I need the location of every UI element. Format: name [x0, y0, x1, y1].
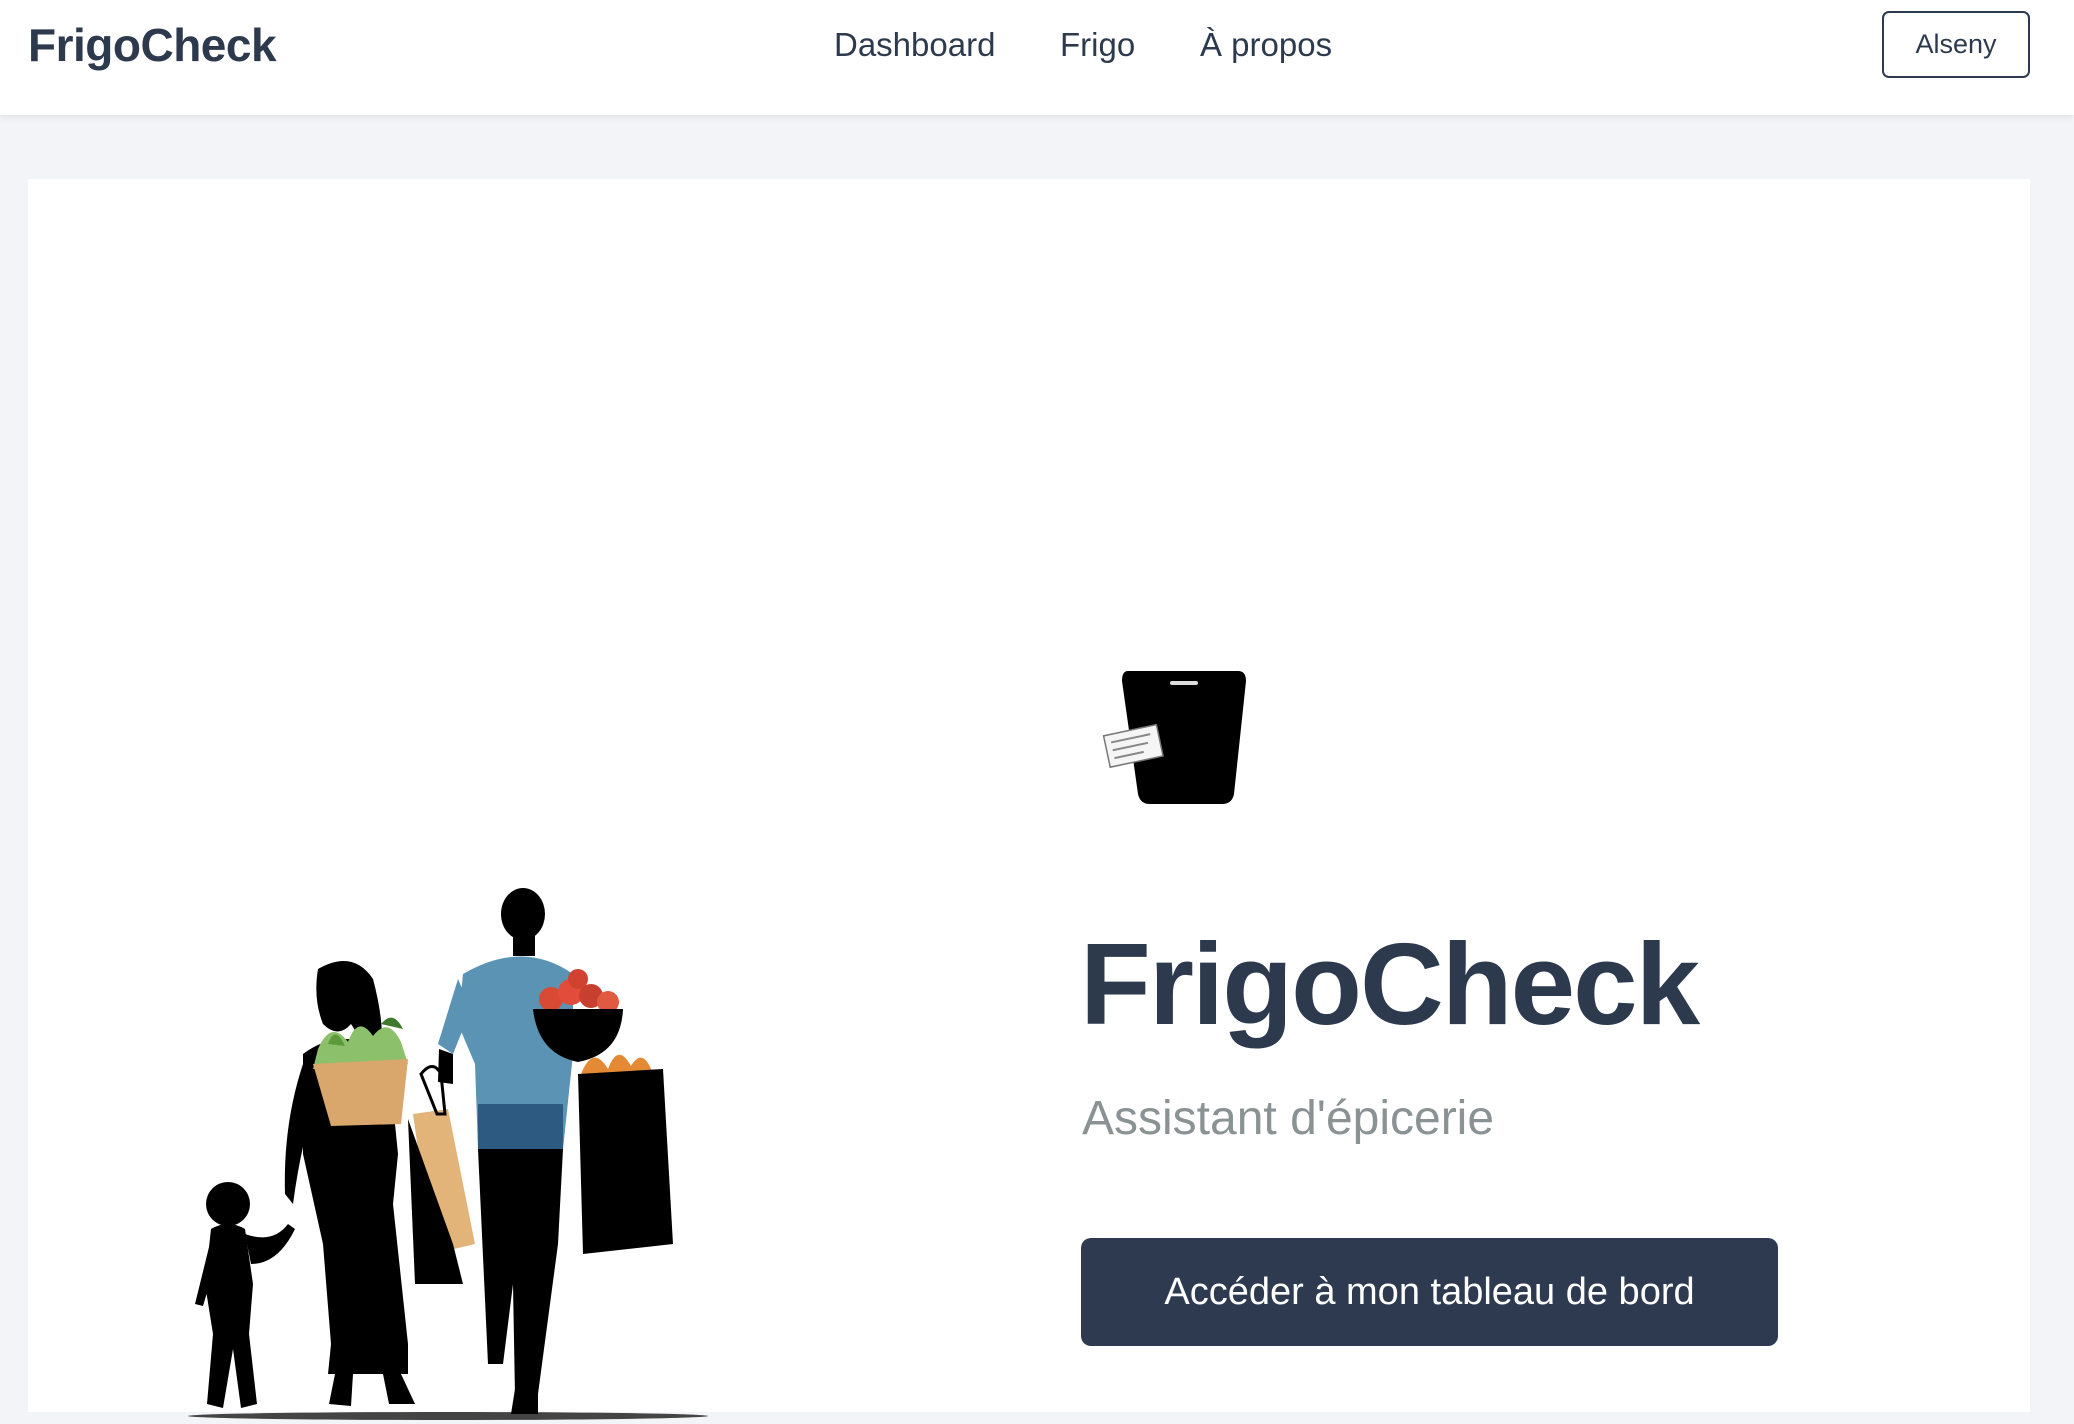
brand-logo[interactable]: FrigoCheck [28, 18, 277, 72]
nav-link-dashboard[interactable]: Dashboard [834, 22, 995, 68]
hero-card: FrigoCheck Assistant d'épicerie Accéder … [28, 179, 2030, 1420]
hero-subtitle: Assistant d'épicerie [1082, 1092, 1495, 1145]
user-account-button[interactable]: Alseny [1882, 11, 2030, 78]
dashboard-cta-button[interactable]: Accéder à mon tableau de bord [1081, 1238, 1778, 1346]
navbar: FrigoCheck Dashboard Frigo À propos Alse… [0, 0, 2074, 115]
family-shopping-illustration [188, 888, 708, 1420]
hero-title: FrigoCheck [1080, 919, 1700, 1049]
nav-link-frigo[interactable]: Frigo [1060, 22, 1135, 68]
phone-receipt-icon [1102, 671, 1246, 804]
nav-link-about[interactable]: À propos [1200, 22, 1332, 68]
